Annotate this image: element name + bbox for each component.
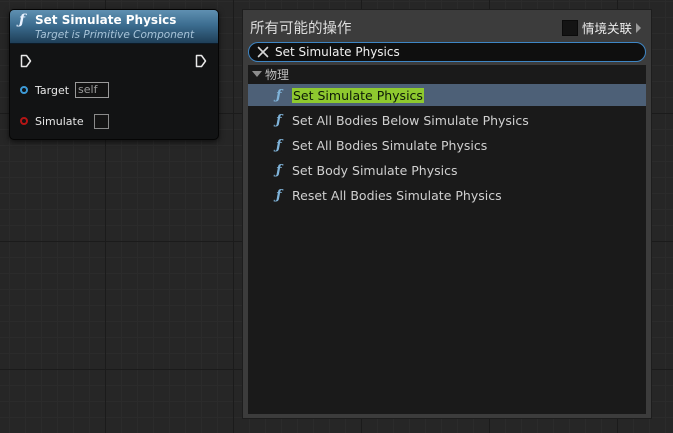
blueprint-node[interactable]: ƒ Set Simulate Physics Target is Primiti… <box>9 9 219 140</box>
chevron-right-icon <box>636 22 641 33</box>
list-item-label: Set Body Simulate Physics <box>292 162 458 178</box>
simulate-checkbox[interactable] <box>93 113 109 129</box>
chevron-down-icon[interactable] <box>252 71 262 77</box>
list-item-set-body-simulate-physics[interactable]: ƒ Set Body Simulate Physics <box>248 159 646 181</box>
simulate-pin-row: Simulate <box>20 112 109 130</box>
exec-out-pin-icon[interactable] <box>195 54 207 68</box>
node-title: Set Simulate Physics <box>35 13 177 27</box>
list-item-label: Reset All Bodies Simulate Physics <box>292 187 502 203</box>
function-icon: ƒ <box>276 112 282 128</box>
list-item-label: Set All Bodies Below Simulate Physics <box>292 112 529 128</box>
node-subtitle: Target is Primitive Component <box>35 29 195 41</box>
action-menu: 所有可能的操作 情境关联 物理 ƒ Set Simulate Physics ƒ… <box>242 9 652 419</box>
target-pin-row: Target self <box>20 81 110 99</box>
function-icon: ƒ <box>276 87 282 103</box>
context-sensitive-label: 情境关联 <box>581 21 632 36</box>
exec-in-pin-icon[interactable] <box>20 54 32 68</box>
list-item-label: Set All Bodies Simulate Physics <box>292 137 488 153</box>
menu-title: 所有可能的操作 <box>250 21 352 37</box>
category-label: 物理 <box>265 67 290 82</box>
function-icon: ƒ <box>19 12 26 28</box>
context-sensitive-toggle[interactable]: 情境关联 <box>561 18 641 37</box>
function-icon: ƒ <box>276 137 282 153</box>
list-item-set-all-bodies-simulate-physics[interactable]: ƒ Set All Bodies Simulate Physics <box>248 134 646 156</box>
target-pin-label: Target <box>35 83 70 97</box>
list-item-reset-all-bodies-simulate-physics[interactable]: ƒ Reset All Bodies Simulate Physics <box>248 184 646 206</box>
clear-search-icon[interactable] <box>256 45 270 59</box>
search-input[interactable] <box>275 44 635 60</box>
target-value-field[interactable]: self <box>75 82 110 98</box>
context-sensitive-checkbox[interactable] <box>561 19 578 36</box>
function-icon: ƒ <box>276 187 282 203</box>
list-item-label: Set Simulate Physics <box>292 87 424 103</box>
action-list: 物理 ƒ Set Simulate Physics ƒ Set All Bodi… <box>248 65 646 414</box>
search-box[interactable] <box>248 42 646 62</box>
simulate-pin-icon[interactable] <box>20 117 28 125</box>
node-header[interactable]: ƒ Set Simulate Physics Target is Primiti… <box>10 10 218 44</box>
list-item-set-all-bodies-below-simulate-physics[interactable]: ƒ Set All Bodies Below Simulate Physics <box>248 109 646 131</box>
function-icon: ƒ <box>276 162 282 178</box>
target-pin-icon[interactable] <box>20 86 28 94</box>
category-physics[interactable]: 物理 <box>248 65 289 83</box>
simulate-pin-label: Simulate <box>35 114 84 128</box>
list-item-set-simulate-physics[interactable]: ƒ Set Simulate Physics <box>248 84 646 106</box>
